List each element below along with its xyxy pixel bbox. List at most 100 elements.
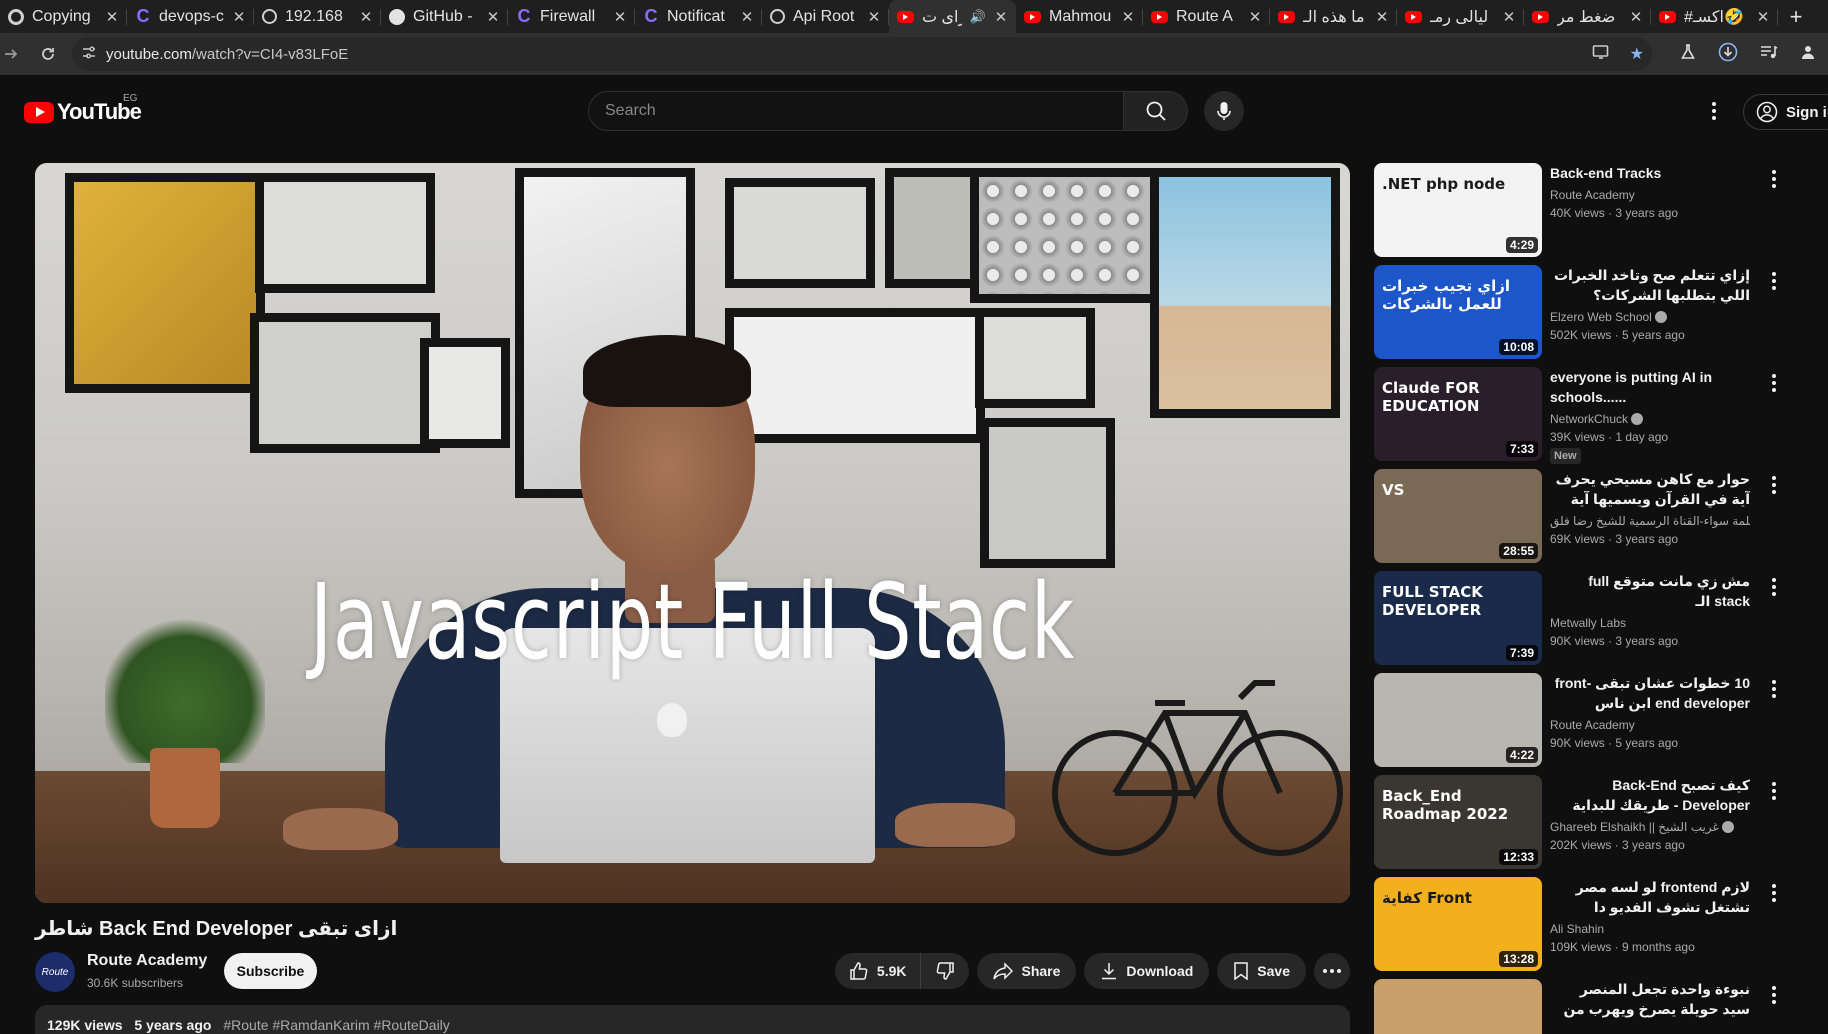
recommended-channel-name[interactable]: Ali Shahin [1550, 920, 1750, 938]
recommended-video[interactable]: كفاية Front 13:28 لازم frontend لو لسه مصر… [1374, 877, 1784, 971]
recommended-video[interactable]: VS 28:55 حوار مع كاهن مسيحي يحرف آية في ال… [1374, 469, 1784, 563]
video-options-button[interactable] [1764, 881, 1784, 905]
video-options-button[interactable] [1764, 269, 1784, 293]
bookmark-star-icon[interactable]: ★ [1630, 44, 1644, 65]
recommended-video[interactable]: Claude FOR EDUCATION 7:33 everyone is putt… [1374, 367, 1784, 464]
video-thumbnail[interactable]: 4:22 [1374, 673, 1542, 767]
browser-tab[interactable]: C Firewall ✕ [508, 0, 635, 33]
new-tab-button[interactable]: + [1778, 0, 1814, 33]
recommended-video[interactable]: .NET php node 4:29 Back-end Tracks Route Ac… [1374, 163, 1784, 257]
recommended-channel-name[interactable]: Elzero Web School [1550, 308, 1750, 326]
video-options-button[interactable] [1764, 677, 1784, 701]
video-player[interactable]: Javascript Full Stack [35, 163, 1350, 903]
download-button[interactable]: Download [1084, 953, 1210, 989]
recommended-channel-name[interactable]: Route Academy [1550, 716, 1750, 734]
recommended-video[interactable]: ازاي تجيب خبرات للعمل بالشركات 10:08 إزاي … [1374, 265, 1784, 359]
recommended-video-title[interactable]: Back-end Tracks [1550, 163, 1750, 183]
video-options-button[interactable] [1764, 779, 1784, 803]
close-tab-icon[interactable]: ✕ [1629, 8, 1643, 26]
close-tab-icon[interactable]: ✕ [740, 8, 754, 26]
recommended-video-title[interactable]: إزاي تتعلم صح وتاخد الخبرات اللي بتطلبها… [1550, 265, 1750, 305]
voice-search-button[interactable] [1204, 91, 1244, 131]
recommended-video-title[interactable]: كيف تصبح Back-End Developer - طريقك للبد… [1550, 775, 1750, 815]
dislike-button[interactable] [921, 953, 969, 989]
browser-tab[interactable]: ليالى رمـ ✕ [1397, 0, 1524, 33]
recommended-video-title[interactable]: نبوءة واحدة تجعل المنصر سيد حويلة يصرخ و… [1550, 979, 1750, 1019]
recommended-channel-name[interactable]: Route Academy [1550, 186, 1750, 204]
browser-tab[interactable]: C Notificat ✕ [635, 0, 762, 33]
profile-icon[interactable] [1800, 44, 1816, 65]
recommended-channel-name[interactable]: NetworkChuck [1550, 410, 1750, 428]
hashtags[interactable]: #Route #RamdanKarim #RouteDaily [223, 1017, 449, 1033]
recommended-video-title[interactable]: لازم frontend لو لسه مصر تشتغل تشوف الفد… [1550, 877, 1750, 917]
close-tab-icon[interactable]: ✕ [1248, 8, 1262, 26]
recommended-video[interactable]: Back_End Roadmap 2022 12:33 كيف تصبح Back-… [1374, 775, 1784, 869]
channel-avatar[interactable]: Route [35, 952, 75, 992]
close-tab-icon[interactable]: ✕ [994, 8, 1008, 26]
video-options-button[interactable] [1764, 983, 1784, 1007]
cast-icon[interactable] [1592, 44, 1610, 65]
forward-button[interactable] [0, 37, 22, 71]
browser-tab[interactable]: Mahmou ✕ [1016, 0, 1143, 33]
recommended-video-title[interactable]: مش زي مانت متوقع full stack الـ [1550, 571, 1750, 611]
close-tab-icon[interactable]: ✕ [1502, 8, 1516, 26]
site-info-icon[interactable] [72, 46, 106, 63]
recommended-channel-name[interactable]: كلمة سواء-القناة الرسمية للشيخ رضا فلق..… [1550, 512, 1750, 530]
close-tab-icon[interactable]: ✕ [1756, 8, 1770, 26]
video-options-button[interactable] [1764, 575, 1784, 599]
browser-tab[interactable]: ما هذه الـ ✕ [1270, 0, 1397, 33]
recommended-video[interactable]: 4:22 10 خطوات عشان تبقى front-end develop… [1374, 673, 1784, 767]
close-tab-icon[interactable]: ✕ [105, 8, 119, 26]
video-thumbnail[interactable]: Back_End Roadmap 2022 12:33 [1374, 775, 1542, 869]
speaker-icon[interactable]: 🔊 [970, 9, 986, 25]
video-thumbnail[interactable]: VS 28:55 [1374, 469, 1542, 563]
close-tab-icon[interactable]: ✕ [232, 8, 246, 26]
youtube-logo[interactable]: YouTube EG [24, 93, 142, 125]
subscribe-button[interactable]: Subscribe [224, 953, 317, 989]
browser-tab[interactable]: ضغط مر ✕ [1524, 0, 1651, 33]
video-thumbnail[interactable]: Claude FOR EDUCATION 7:33 [1374, 367, 1542, 461]
close-tab-icon[interactable]: ✕ [486, 8, 500, 26]
browser-tab[interactable]: Copying ✕ [0, 0, 127, 33]
browser-tab[interactable]: 192.168 ✕ [254, 0, 381, 33]
video-options-button[interactable] [1764, 473, 1784, 497]
media-control-icon[interactable] [1760, 44, 1778, 65]
more-actions-button[interactable] [1314, 953, 1350, 989]
download-icon[interactable] [1718, 42, 1738, 67]
like-button[interactable]: 5.9K [835, 953, 922, 989]
recommended-video[interactable]: FULL STACK DEVELOPER 7:39 مش زي مانت متوقع… [1374, 571, 1784, 665]
recommended-video-title[interactable]: حوار مع كاهن مسيحي يحرف آية في القرآن وي… [1550, 469, 1750, 509]
browser-tab[interactable]: ازاى ت 🔊 ✕ [889, 0, 1016, 33]
browser-tab[interactable]: Cdevops-c ✕ [127, 0, 254, 33]
video-thumbnail[interactable]: .NET php node 4:29 [1374, 163, 1542, 257]
video-thumbnail[interactable]: كفاية Front 13:28 [1374, 877, 1542, 971]
video-thumbnail[interactable]: ازاي تجيب خبرات للعمل بالشركات 10:08 [1374, 265, 1542, 359]
recommended-video-title[interactable]: everyone is putting AI in schools...... [1550, 367, 1750, 407]
recommended-video[interactable]: نبوءة واحدة تجعل المنصر سيد حويلة يصرخ و… [1374, 979, 1784, 1034]
browser-tab[interactable]: Api Root ✕ [762, 0, 889, 33]
settings-menu-button[interactable] [1702, 99, 1726, 123]
video-options-button[interactable] [1764, 167, 1784, 191]
recommended-video-title[interactable]: 10 خطوات عشان تبقى front-end developer ا… [1550, 673, 1750, 713]
video-thumbnail[interactable]: FULL STACK DEVELOPER 7:39 [1374, 571, 1542, 665]
video-options-button[interactable] [1764, 371, 1784, 395]
close-tab-icon[interactable]: ✕ [1121, 8, 1135, 26]
close-tab-icon[interactable]: ✕ [1375, 8, 1389, 26]
video-thumbnail[interactable] [1374, 979, 1542, 1034]
search-button[interactable] [1124, 91, 1188, 131]
reload-button[interactable] [28, 37, 68, 71]
sign-in-button[interactable]: Sign in [1743, 94, 1828, 130]
labs-flask-icon[interactable] [1680, 43, 1696, 65]
close-tab-icon[interactable]: ✕ [867, 8, 881, 26]
share-button[interactable]: Share [977, 953, 1077, 989]
channel-name[interactable]: Route Academy [87, 952, 207, 970]
address-bar[interactable]: youtube.com/watch?v=CI4-v83LFoE ★ [72, 37, 1652, 71]
browser-tab[interactable]: #اكسـ🤣 ✕ [1651, 0, 1778, 33]
save-button[interactable]: Save [1217, 953, 1306, 989]
browser-tab[interactable]: GitHub - ✕ [381, 0, 508, 33]
close-tab-icon[interactable]: ✕ [359, 8, 373, 26]
close-tab-icon[interactable]: ✕ [613, 8, 627, 26]
browser-tab[interactable]: Route A ✕ [1143, 0, 1270, 33]
recommended-channel-name[interactable]: Ghareeb Elshaikh || غريب الشيخ [1550, 818, 1750, 836]
recommended-channel-name[interactable]: Metwally Labs [1550, 614, 1750, 632]
